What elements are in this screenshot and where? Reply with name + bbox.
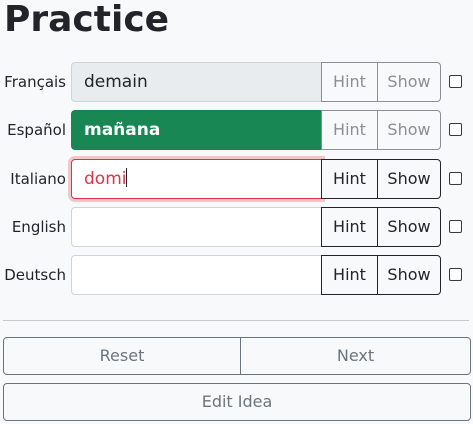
answer-text: mañana xyxy=(84,120,161,140)
language-label: Español xyxy=(7,121,66,139)
divider xyxy=(3,320,469,321)
answer-text: domi xyxy=(84,169,127,189)
show-button: Show xyxy=(377,110,441,150)
hint-button[interactable]: Hint xyxy=(321,159,378,199)
hint-button[interactable]: Hint xyxy=(321,255,378,295)
answer-input-francais: demain xyxy=(71,62,322,102)
checkbox[interactable] xyxy=(449,123,462,136)
answer-input-deutsch[interactable] xyxy=(71,255,322,295)
edit-idea-button[interactable]: Edit Idea xyxy=(3,383,471,421)
language-label: Italiano xyxy=(10,170,66,188)
page-title: Practice xyxy=(4,0,170,40)
reset-button[interactable]: Reset xyxy=(3,337,241,375)
answer-text: demain xyxy=(84,72,148,92)
next-button[interactable]: Next xyxy=(240,337,471,375)
text-caret xyxy=(126,168,128,187)
checkbox[interactable] xyxy=(449,75,462,88)
checkbox[interactable] xyxy=(449,172,462,185)
language-row-italiano: Italiano domi Hint Show xyxy=(0,159,473,199)
answer-input-espanol: mañana xyxy=(71,110,322,150)
language-row-espanol: Español mañana Hint Show xyxy=(0,110,473,150)
language-label: Français xyxy=(4,73,66,91)
hint-button: Hint xyxy=(321,62,378,102)
hint-button[interactable]: Hint xyxy=(321,207,378,247)
language-row-deutsch: Deutsch Hint Show xyxy=(0,255,473,295)
show-button[interactable]: Show xyxy=(377,159,441,199)
show-button[interactable]: Show xyxy=(377,255,441,295)
show-button: Show xyxy=(377,62,441,102)
checkbox[interactable] xyxy=(449,220,462,233)
answer-input-italiano[interactable]: domi xyxy=(71,159,322,199)
language-label: Deutsch xyxy=(4,266,66,284)
language-row-francais: Français demain Hint Show xyxy=(0,62,473,102)
language-label: English xyxy=(11,218,66,236)
hint-button: Hint xyxy=(321,110,378,150)
answer-input-english[interactable] xyxy=(71,207,322,247)
checkbox[interactable] xyxy=(449,268,462,281)
language-row-english: English Hint Show xyxy=(0,207,473,247)
show-button[interactable]: Show xyxy=(377,207,441,247)
